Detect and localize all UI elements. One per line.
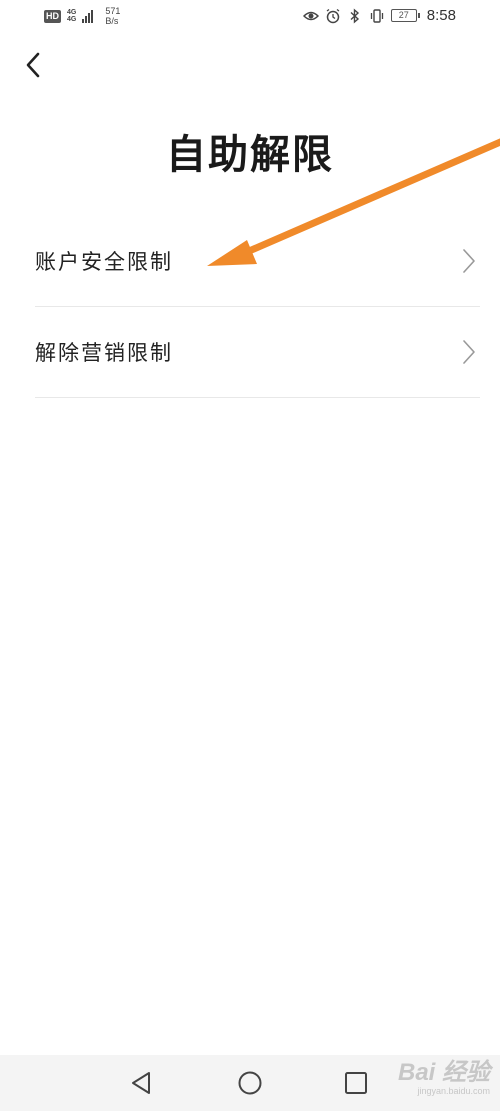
menu-item-marketing-restriction[interactable]: 解除营销限制 — [35, 307, 480, 398]
chevron-right-icon — [463, 249, 475, 273]
menu-item-label: 账户安全限制 — [35, 250, 173, 274]
page-title: 自助解限 — [166, 131, 334, 178]
status-bar: HD 4G 4G 571 B/s 27 8:58 — [0, 0, 500, 34]
signal-icon — [82, 9, 94, 23]
vibrate-icon — [370, 8, 383, 23]
back-button[interactable] — [20, 50, 50, 80]
network-type-bottom: 4G — [67, 16, 77, 23]
chevron-left-icon — [26, 52, 40, 78]
network-speed: 571 B/s — [105, 6, 120, 26]
network-type-top: 4G — [67, 9, 77, 16]
watermark-logo: Bai 经验 — [397, 1059, 490, 1086]
eye-icon — [302, 11, 319, 20]
hd-badge: HD — [44, 9, 61, 23]
battery-icon: 27 — [390, 9, 420, 22]
menu-item-label: 解除营销限制 — [35, 341, 173, 365]
menu-item-account-security[interactable]: 账户安全限制 — [35, 216, 480, 307]
status-right: 27 8:58 — [302, 7, 456, 24]
clock: 8:58 — [426, 7, 456, 24]
bluetooth-icon — [350, 7, 359, 24]
watermark-url: jingyan.baidu.com — [417, 1086, 490, 1096]
nav-recent-apps-button[interactable] — [342, 1069, 370, 1097]
chevron-right-icon — [463, 340, 475, 364]
alarm-icon — [326, 8, 340, 23]
status-left: HD 4G 4G 571 B/s — [44, 6, 120, 26]
menu-list: 账户安全限制 解除营销限制 — [35, 216, 480, 398]
network-type: 4G 4G — [67, 9, 76, 23]
network-speed-unit: B/s — [105, 16, 119, 26]
battery-level: 27 — [398, 10, 409, 20]
nav-back-button[interactable] — [128, 1069, 156, 1097]
watermark: Bai 经验 jingyan.baidu.com — [397, 1059, 490, 1097]
network-speed-value: 571 — [105, 6, 121, 16]
nav-home-button[interactable] — [236, 1069, 264, 1097]
